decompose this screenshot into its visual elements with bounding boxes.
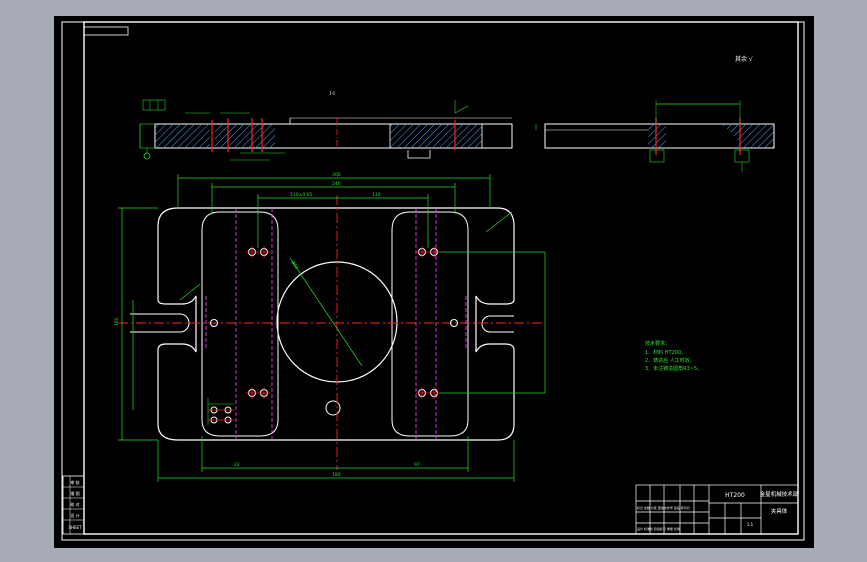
dim-center-span: 110±0.05 <box>290 192 313 198</box>
strip-label-4: SHEET <box>68 525 82 530</box>
dim-bottom-right: 97 <box>414 462 420 468</box>
tech-req-item-3: 3、未注铸造圆角R3~5。 <box>645 365 702 372</box>
dim-bottom-left: 22 <box>234 462 240 468</box>
material-code: HT200 <box>725 492 745 499</box>
dim-inner-width: 240 <box>332 181 341 187</box>
dim-slot-span: 110 <box>372 192 381 198</box>
outer-frame <box>61 21 805 541</box>
strip-label-1: 描 图 <box>70 490 79 496</box>
tech-req-item-1: 1、材料 HT200。 <box>645 349 686 356</box>
plan-view <box>118 195 545 470</box>
company-name: 金星机械技术部 <box>760 490 799 498</box>
section-mark-label: I-I <box>330 91 335 97</box>
section-view-side <box>535 100 775 172</box>
title-block-row-2: 设计 标准化 阶段标记 重量 比例 <box>637 526 680 531</box>
part-name: 夹具体 <box>771 507 788 515</box>
plan-dimensions <box>118 174 546 482</box>
tech-req-title: 技术要求： <box>645 340 670 347</box>
strip-label-0: 审 核 <box>70 479 79 485</box>
drawing-canvas: 审 核 描 图 校 对 设 计 SHEET I-I 其余 √ 300 240 1… <box>61 21 805 541</box>
dim-hole-span: 180 <box>332 472 341 478</box>
left-signature-strip: 审 核 描 图 校 对 设 计 SHEET <box>62 475 85 535</box>
dim-height-total: 180 <box>114 317 120 326</box>
technical-requirements: 技术要求： 1、材料 HT200。 2、铸造后 人工时效。 3、未注铸造圆角R3… <box>645 340 702 372</box>
tech-req-item-2: 2、铸造后 人工时效。 <box>645 357 695 364</box>
cad-drawing-viewport[interactable]: 审 核 描 图 校 对 设 计 SHEET I-I 其余 √ 300 240 1… <box>0 0 867 562</box>
drawing-scale: 1:1 <box>747 522 754 527</box>
roughness-note: 其余 √ <box>735 55 753 63</box>
dim-bore-diameter: Ø80 <box>289 259 300 271</box>
drawing-number-box <box>83 26 129 36</box>
section-view-front: I-I <box>139 91 513 161</box>
strip-label-3: 设 计 <box>70 512 79 518</box>
inner-frame <box>83 21 799 535</box>
strip-label-2: 校 对 <box>70 501 79 507</box>
dim-overall-width: 300 <box>332 172 341 178</box>
title-block-row-1: 标记 处数 分区 更改文件号 签名 年月日 <box>637 505 690 510</box>
